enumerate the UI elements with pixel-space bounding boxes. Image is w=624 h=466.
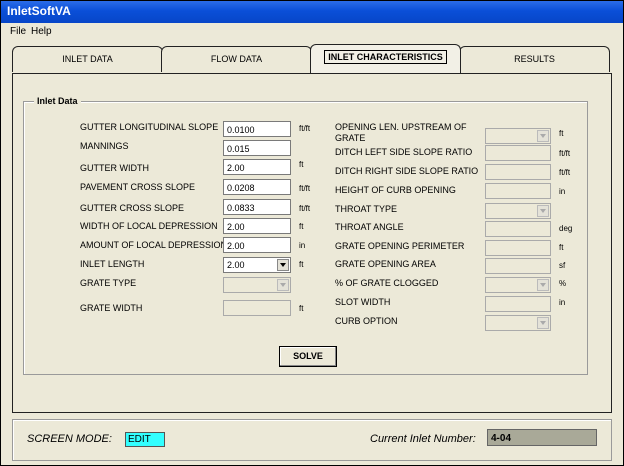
gutter-longitudinal-slope-unit: ft/ft <box>299 124 311 133</box>
tab-flow-data[interactable]: FLOW DATA <box>161 46 312 72</box>
group-title: Inlet Data <box>34 96 81 106</box>
throat-angle-input[interactable] <box>485 221 551 237</box>
menu-file[interactable]: File <box>10 26 26 37</box>
slot-width-unit: in <box>559 298 566 307</box>
tab-inlet-characteristics[interactable]: INLET CHARACTERISTICS <box>310 44 461 73</box>
curb-option-select[interactable] <box>485 315 551 331</box>
ditch-right-side-slope-unit: ft/ft <box>559 168 571 177</box>
gutter-width-label: GUTTER WIDTH <box>80 163 149 173</box>
mannings-input[interactable]: 0.015 <box>223 140 291 156</box>
pavement-cross-slope-input[interactable]: 0.0208 <box>223 179 291 195</box>
grate-type-select[interactable] <box>223 277 291 293</box>
chevron-down-icon[interactable] <box>277 279 289 291</box>
gutter-longitudinal-slope-input[interactable]: 0.0100 <box>223 121 291 137</box>
opening-len-upstream-label: OPENING LEN. UPSTREAM OF GRATE <box>335 122 467 144</box>
width-of-local-depression-label: WIDTH OF LOCAL DEPRESSION <box>80 221 218 231</box>
grate-opening-perimeter-label: GRATE OPENING PERIMETER <box>335 241 465 251</box>
curb-option-label: CURB OPTION <box>335 316 398 326</box>
gutter-longitudinal-slope-label: GUTTER LONGITUDINAL SLOPE <box>80 122 219 132</box>
amount-of-local-depression-label: AMOUNT OF LOCAL DEPRESSION <box>80 240 228 250</box>
title-bar: InletSoftVA <box>1 1 623 23</box>
height-of-curb-opening-label: HEIGHT OF CURB OPENING <box>335 185 456 195</box>
opening-len-upstream-label-line1: OPENING LEN. UPSTREAM OF <box>335 122 467 132</box>
amount-of-local-depression-unit: in <box>299 241 306 250</box>
opening-len-upstream-select[interactable] <box>485 128 551 144</box>
solve-button[interactable]: SOLVE <box>279 346 337 367</box>
grate-type-label: GRATE TYPE <box>80 278 137 288</box>
chevron-down-icon[interactable] <box>537 317 549 329</box>
ditch-right-side-slope-label: DITCH RIGHT SIDE SLOPE RATIO <box>335 166 479 176</box>
chevron-down-icon[interactable] <box>537 130 549 142</box>
pavement-cross-slope-label: PAVEMENT CROSS SLOPE <box>80 182 196 192</box>
status-panel: SCREEN MODE: EDIT Current Inlet Number: … <box>12 419 612 461</box>
gutter-cross-slope-input[interactable]: 0.0833 <box>223 199 291 215</box>
ditch-left-side-slope-label: DITCH LEFT SIDE SLOPE RATIO <box>335 147 473 157</box>
amount-of-local-depression-input[interactable]: 2.00 <box>223 237 291 253</box>
height-of-curb-opening-input[interactable] <box>485 183 551 199</box>
opening-len-upstream-unit: ft <box>559 129 564 138</box>
current-inlet-value: 4-04 <box>487 429 597 446</box>
grate-opening-area-input[interactable] <box>485 258 551 274</box>
tab-strip: INLET DATA FLOW DATA INLET CHARACTERISTI… <box>1 44 623 74</box>
menu-help[interactable]: Help <box>31 26 52 37</box>
screen-mode-value: EDIT <box>125 432 165 447</box>
mannings-label: MANNINGS <box>80 141 129 151</box>
opening-len-upstream-label-line2: GRATE <box>335 133 366 143</box>
screen-mode-label: SCREEN MODE: <box>27 433 112 445</box>
tab-inlet-data[interactable]: INLET DATA <box>12 46 163 72</box>
grate-opening-area-unit: sf <box>559 261 566 270</box>
gutter-cross-slope-label: GUTTER CROSS SLOPE <box>80 203 185 213</box>
grate-width-unit: ft <box>299 304 304 313</box>
pavement-cross-slope-unit: ft/ft <box>299 184 311 193</box>
throat-type-label: THROAT TYPE <box>335 204 398 214</box>
height-of-curb-opening-unit: in <box>559 187 566 196</box>
gutter-width-unit: ft <box>299 160 304 169</box>
gutter-cross-slope-unit: ft/ft <box>299 204 311 213</box>
ditch-right-side-slope-input[interactable] <box>485 164 551 180</box>
width-of-local-depression-unit: ft <box>299 222 304 231</box>
chevron-down-icon[interactable] <box>277 259 289 271</box>
throat-type-select[interactable] <box>485 203 551 219</box>
throat-angle-unit: deg <box>559 224 573 233</box>
grate-clogged-select[interactable] <box>485 277 551 293</box>
throat-angle-label: THROAT ANGLE <box>335 222 404 232</box>
chevron-down-icon[interactable] <box>537 205 549 217</box>
grate-clogged-unit: % <box>559 279 567 288</box>
tab-inlet-characteristics-label: INLET CHARACTERISTICS <box>324 50 447 64</box>
grate-width-label: GRATE WIDTH <box>80 303 143 313</box>
inlet-length-value: 2.00 <box>227 260 245 270</box>
ditch-left-side-slope-input[interactable] <box>485 145 551 161</box>
menu-bar: File Help <box>1 23 623 41</box>
ditch-left-side-slope-unit: ft/ft <box>559 149 571 158</box>
tab-results[interactable]: RESULTS <box>459 46 610 72</box>
grate-opening-perimeter-unit: ft <box>559 243 564 252</box>
grate-opening-perimeter-input[interactable] <box>485 240 551 256</box>
inlet-length-unit: ft <box>299 260 304 269</box>
grate-opening-area-label: GRATE OPENING AREA <box>335 259 436 269</box>
gutter-width-input[interactable]: 2.00 <box>223 159 291 175</box>
window-title: InletSoftVA <box>7 4 71 18</box>
current-inlet-label: Current Inlet Number: <box>370 433 476 445</box>
inlet-length-select[interactable]: 2.00 <box>223 257 291 273</box>
chevron-down-icon[interactable] <box>537 279 549 291</box>
slot-width-label: SLOT WIDTH <box>335 297 391 307</box>
width-of-local-depression-input[interactable]: 2.00 <box>223 218 291 234</box>
slot-width-input[interactable] <box>485 296 551 312</box>
app-window: InletSoftVA File Help INLET DATA FLOW DA… <box>1 1 623 465</box>
inlet-length-label: INLET LENGTH <box>80 259 145 269</box>
grate-width-input[interactable] <box>223 300 291 316</box>
grate-clogged-label: % OF GRATE CLOGGED <box>335 278 439 288</box>
